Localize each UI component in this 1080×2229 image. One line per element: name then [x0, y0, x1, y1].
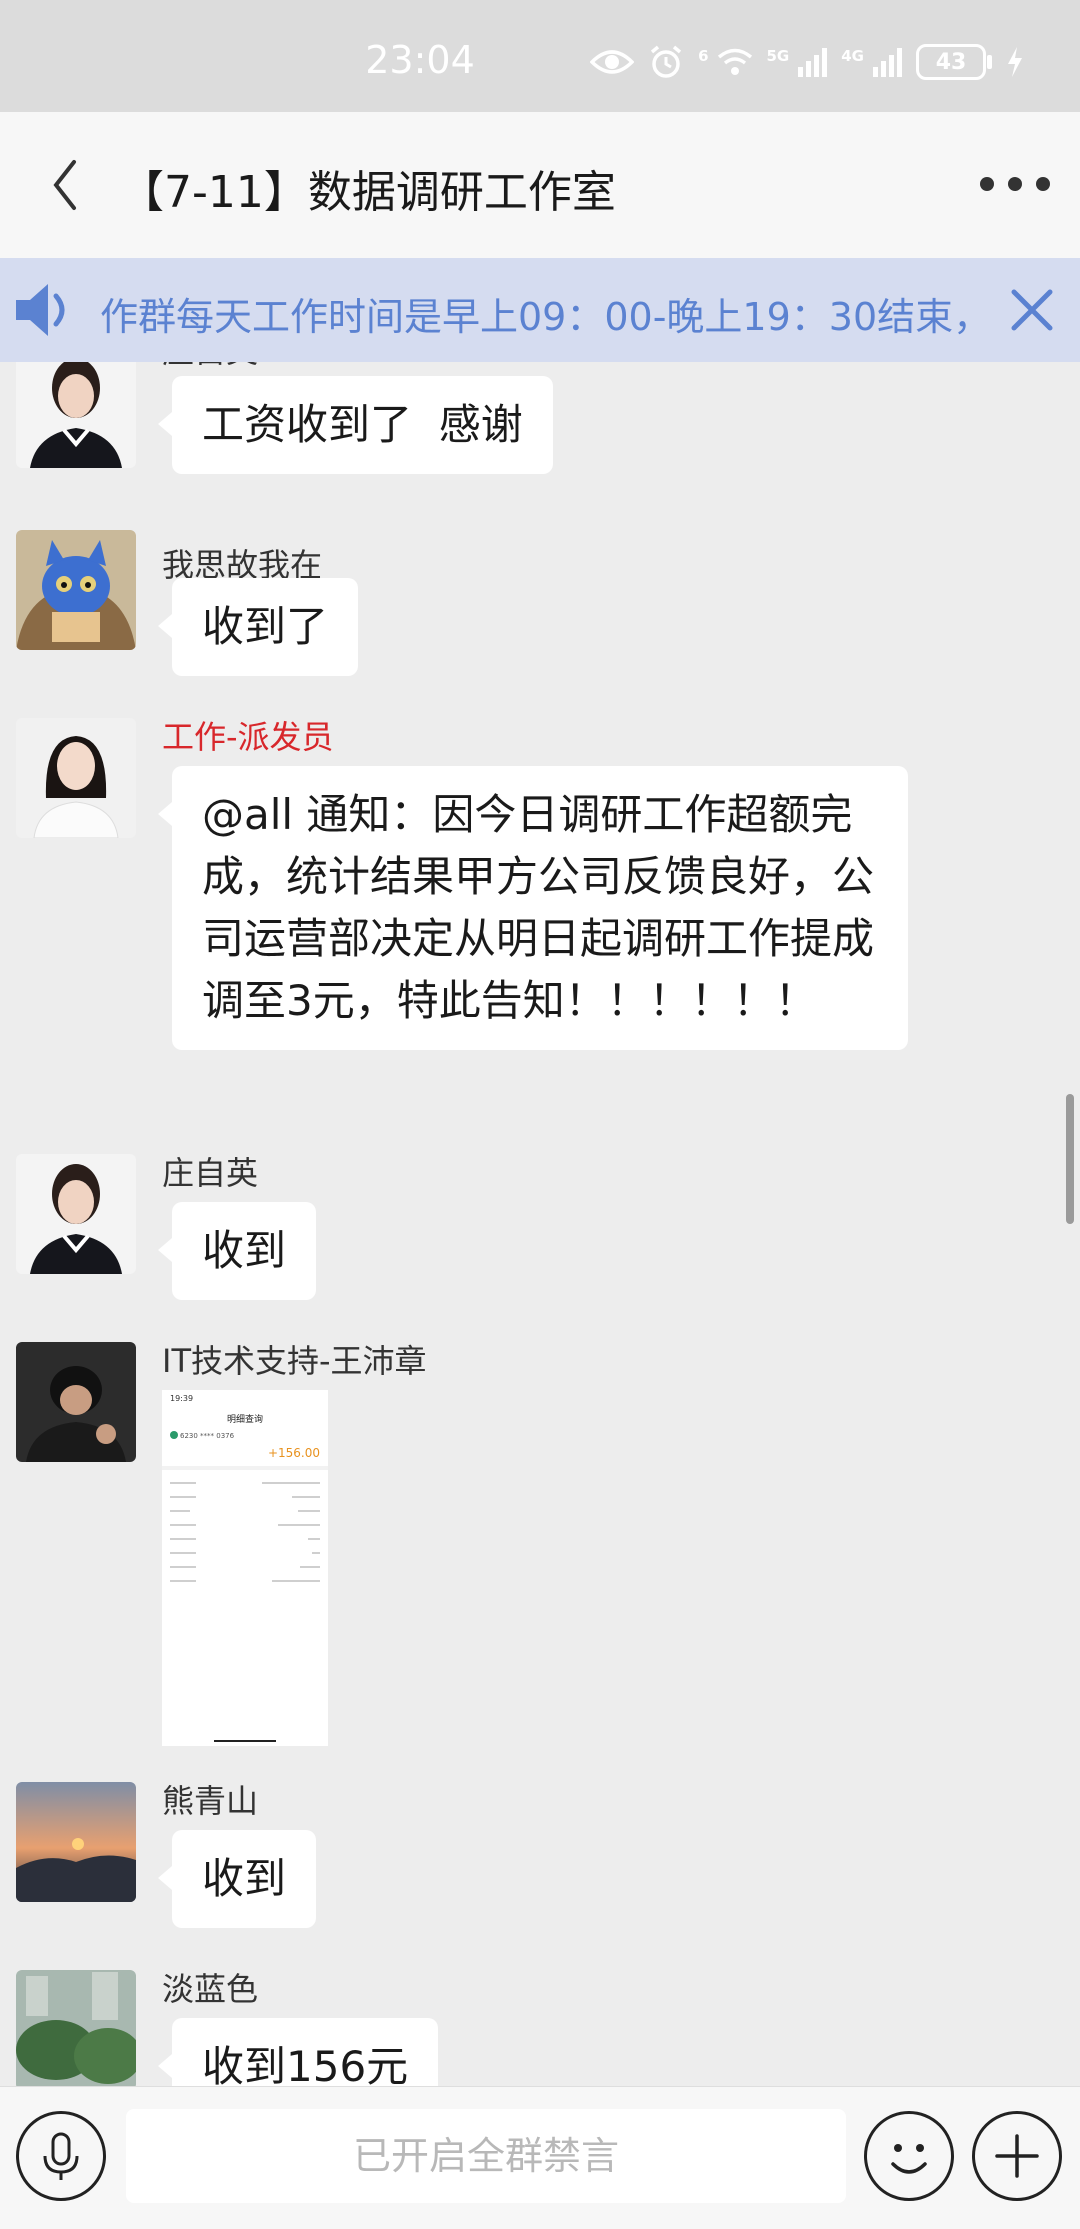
signal-icon: [872, 47, 902, 77]
emoji-icon: [891, 2144, 927, 2174]
input-bar: 已开启全群禁言: [0, 2086, 1080, 2229]
status-bar: 23:04 6 5G 4G 43: [0, 0, 1080, 112]
avatar[interactable]: [16, 1154, 136, 1274]
wifi-label: 6: [698, 47, 709, 65]
notice-text: 作群每天工作时间是早上09：00-晚上19：30结束，: [100, 295, 980, 339]
alarm-icon: [648, 44, 684, 80]
page-title: 【7-11】数据调研工作室: [120, 167, 616, 218]
chat-header: 【7-11】数据调研工作室: [0, 112, 1080, 258]
sender-name: 淡蓝色: [162, 1970, 259, 2008]
message-bubble[interactable]: 收到了: [157, 578, 359, 676]
sender-name: 熊青山: [162, 1782, 259, 1820]
microphone-icon: [43, 2132, 79, 2180]
close-icon: [1011, 289, 1053, 331]
avatar[interactable]: [16, 362, 136, 468]
sender-name: IT技术支持-王沛章: [162, 1342, 427, 1380]
speaker-icon: [14, 280, 78, 340]
battery-level: 43: [935, 49, 967, 75]
scrollbar-thumb[interactable]: [1066, 1094, 1074, 1224]
image-detail-lines: [162, 1431, 328, 1742]
more-dots-icon: [980, 177, 994, 191]
message-bubble[interactable]: 收到: [157, 1830, 317, 1928]
group-notice-bar[interactable]: 作群每天工作时间是早上09：00-晚上19：30结束，: [0, 258, 1080, 362]
battery-icon: 43: [916, 44, 992, 80]
avatar[interactable]: [16, 1342, 136, 1462]
plus-icon: [995, 2134, 1039, 2178]
message-bubble[interactable]: @all 通知：因今日调研工作超额完成，统计结果甲方公司反馈良好，公司运营部决定…: [158, 766, 908, 1050]
voice-button[interactable]: [16, 2111, 106, 2201]
status-icons: 6 5G 4G 43: [590, 42, 1024, 82]
message-list[interactable]: 庄自英 工资收到了 感谢 我思故我在 收到了 工作-派发员 @all 通知：因今…: [0, 362, 1080, 2086]
sender-name: 庄自英: [162, 362, 258, 372]
close-button[interactable]: [1000, 278, 1064, 342]
message-bubble[interactable]: 收到156元: [157, 2018, 439, 2086]
avatar[interactable]: [16, 530, 136, 650]
emoji-button[interactable]: [864, 2111, 954, 2201]
avatar[interactable]: [16, 1970, 136, 2086]
message-bubble[interactable]: 工资收到了 感谢: [158, 376, 553, 474]
back-button[interactable]: [38, 154, 94, 216]
chevron-left-icon: [53, 160, 76, 210]
signal-icon: [797, 47, 828, 77]
avatar[interactable]: [16, 718, 136, 838]
avatar[interactable]: [16, 1782, 136, 1902]
image-message[interactable]: 19:39 明细查询 6230 **** 0376 +156.00: [162, 1390, 328, 1746]
network-4g-label: 4G: [841, 47, 864, 65]
plus-button[interactable]: [972, 2111, 1062, 2201]
wifi-icon: [717, 47, 753, 77]
message-input[interactable]: 已开启全群禁言: [126, 2109, 846, 2203]
more-button[interactable]: [980, 164, 1050, 204]
message-bubble[interactable]: 收到: [157, 1202, 317, 1300]
sender-name: 庄自英: [162, 1154, 259, 1192]
charging-icon: [1006, 46, 1024, 78]
sender-name: 工作-派发员: [162, 718, 334, 756]
eye-icon: [590, 47, 635, 77]
network-5g-label: 5G: [766, 47, 790, 65]
